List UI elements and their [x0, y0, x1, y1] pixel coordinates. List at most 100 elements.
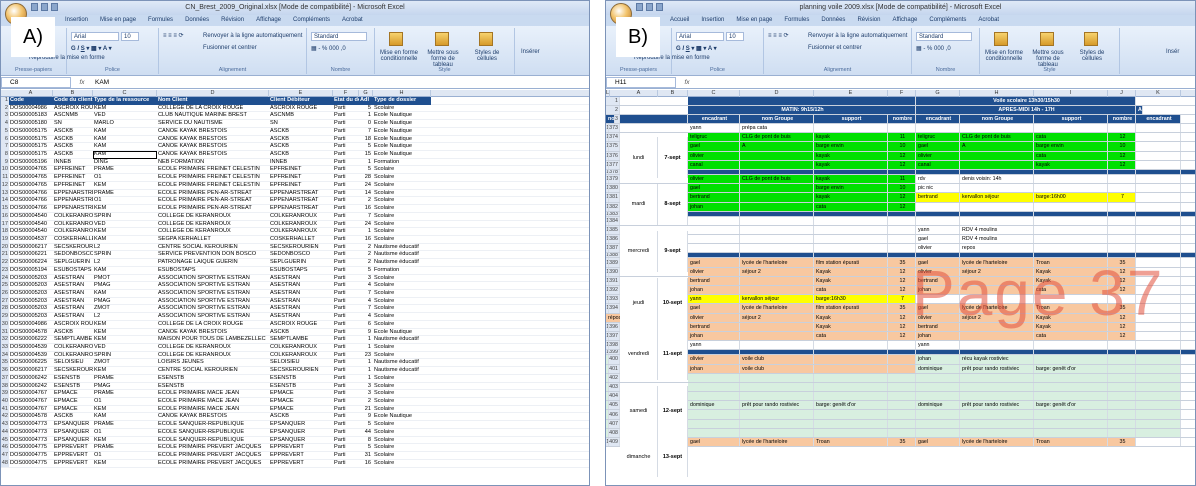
cell[interactable] [1108, 295, 1136, 304]
cell[interactable]: EPFREINET [269, 174, 333, 182]
cell[interactable]: Ecole Nautique [373, 128, 431, 136]
cell[interactable] [1108, 244, 1136, 253]
save-icon[interactable] [31, 3, 38, 11]
cell[interactable] [1034, 295, 1108, 304]
cell[interactable]: Nautisme éducatif [373, 251, 431, 259]
cell[interactable]: COLLEGE DE LA CROIX ROUGE [157, 105, 269, 113]
cell[interactable]: EPMACE [269, 390, 333, 398]
cell[interactable]: Scolaire [373, 460, 431, 468]
cell[interactable]: 3 [359, 275, 373, 283]
cell[interactable]: KAM [93, 290, 157, 298]
cell[interactable] [1108, 428, 1136, 437]
cell[interactable]: cata [1034, 151, 1108, 160]
cell[interactable]: EPMACE [53, 398, 93, 406]
cell[interactable]: 5 [359, 444, 373, 452]
cell[interactable]: Ecole Nautique [373, 151, 431, 159]
cell[interactable]: Parti [333, 244, 359, 252]
cell[interactable] [960, 184, 1034, 193]
cell[interactable]: COSKERHALLET [269, 236, 333, 244]
cell[interactable]: 12 [888, 313, 916, 322]
cell[interactable]: denis voisin: 14h [960, 174, 1034, 184]
cell[interactable]: 16 [359, 460, 373, 468]
cell[interactable]: pic nic [916, 184, 960, 193]
cell[interactable] [1108, 184, 1136, 193]
cell[interactable]: cata [814, 331, 888, 341]
cell[interactable]: olivier [688, 313, 740, 322]
cell[interactable]: Parti [333, 375, 359, 383]
font-size-select[interactable]: 10 [121, 32, 139, 41]
cell[interactable]: bertrand [688, 322, 740, 331]
cell[interactable]: KEM [93, 367, 157, 375]
cell[interactable] [888, 341, 916, 350]
cell[interactable]: PRAME [93, 166, 157, 174]
undo-icon[interactable] [41, 3, 48, 11]
cell[interactable]: 21 [359, 406, 373, 414]
cell[interactable]: 4 [359, 298, 373, 306]
cell[interactable] [740, 160, 814, 169]
cell[interactable]: 35 [1108, 438, 1136, 447]
cell[interactable] [1136, 286, 1181, 295]
cell[interactable]: kervallon séjour [740, 295, 814, 304]
cell[interactable]: PRAME [93, 190, 157, 198]
cell[interactable] [606, 382, 609, 392]
cell[interactable]: ESENSTB [157, 383, 269, 391]
column-header[interactable]: E [814, 90, 888, 97]
cell[interactable]: Nautisme éducatif [373, 359, 431, 367]
cell[interactable] [1136, 253, 1181, 258]
cell[interactable] [916, 382, 960, 392]
cell[interactable]: COLKERANROUX [53, 228, 93, 236]
cell[interactable]: teligruc [688, 133, 740, 142]
cell[interactable]: lycée de l'harteloire [740, 438, 814, 447]
ribbon-tab[interactable]: Données [821, 15, 845, 26]
cell[interactable] [1136, 151, 1181, 160]
cell[interactable]: Scolaire [373, 282, 431, 290]
cell[interactable]: EPSANQUER [269, 421, 333, 429]
cell[interactable]: ASCKB [269, 128, 333, 136]
cell[interactable] [1034, 216, 1108, 225]
cell[interactable]: EPPENARSTREAT [269, 205, 333, 213]
cell[interactable] [814, 235, 888, 244]
cell[interactable]: 1 [359, 336, 373, 344]
cell[interactable] [606, 267, 609, 276]
cell[interactable]: Parti [333, 136, 359, 144]
cell[interactable]: DOS00004765 [9, 166, 53, 174]
cell[interactable]: DOS00004775 [9, 444, 53, 452]
cell[interactable]: EPFREINET [269, 166, 333, 174]
cell[interactable]: DOS00005175 [9, 128, 53, 136]
cell[interactable] [814, 211, 888, 216]
cell[interactable] [814, 216, 888, 225]
cell[interactable]: ECOLE PRIMAIRE PREVERT JACQUES [157, 452, 269, 460]
row-number[interactable]: 1 [1, 97, 9, 105]
cell[interactable]: COLKERANROUX [269, 221, 333, 229]
cell[interactable]: ASSOCIATION SPORTIVE ESTRAN [157, 298, 269, 306]
row-number[interactable]: 26 [1, 289, 9, 298]
cell[interactable]: Parti [333, 290, 359, 298]
cell[interactable]: EPPREVERT [269, 444, 333, 452]
cell[interactable]: PMAG [93, 298, 157, 306]
cell[interactable] [1136, 216, 1181, 225]
ribbon-tab[interactable]: Formules [784, 15, 809, 26]
cell[interactable]: 12 [888, 331, 916, 341]
cell[interactable] [740, 216, 814, 225]
cell[interactable]: voile club [740, 355, 814, 364]
cell[interactable]: Kayak [1034, 313, 1108, 322]
cell[interactable] [888, 350, 916, 355]
cell[interactable]: KAM [93, 413, 157, 421]
cell[interactable] [814, 225, 888, 235]
cell[interactable]: SEGPA KERHALLET [157, 236, 269, 244]
cell[interactable] [1108, 373, 1136, 382]
cell[interactable] [888, 401, 916, 410]
cell[interactable]: johan [688, 331, 740, 341]
cell[interactable] [606, 202, 609, 211]
cell[interactable]: dominique [688, 401, 740, 410]
cell[interactable]: 4 [359, 313, 373, 321]
cell[interactable]: DOS00004540 [9, 228, 53, 236]
cell[interactable]: ASESTRAN [53, 282, 93, 290]
cell[interactable]: SECSKEROURIEN [53, 244, 93, 252]
cell[interactable]: ESENSTB [53, 375, 93, 383]
cell[interactable]: 2 [359, 197, 373, 205]
cell[interactable]: ESENSTB [269, 375, 333, 383]
cell[interactable]: Scolaire [373, 406, 431, 414]
cell[interactable]: 12 [888, 160, 916, 169]
cell[interactable] [916, 216, 960, 225]
